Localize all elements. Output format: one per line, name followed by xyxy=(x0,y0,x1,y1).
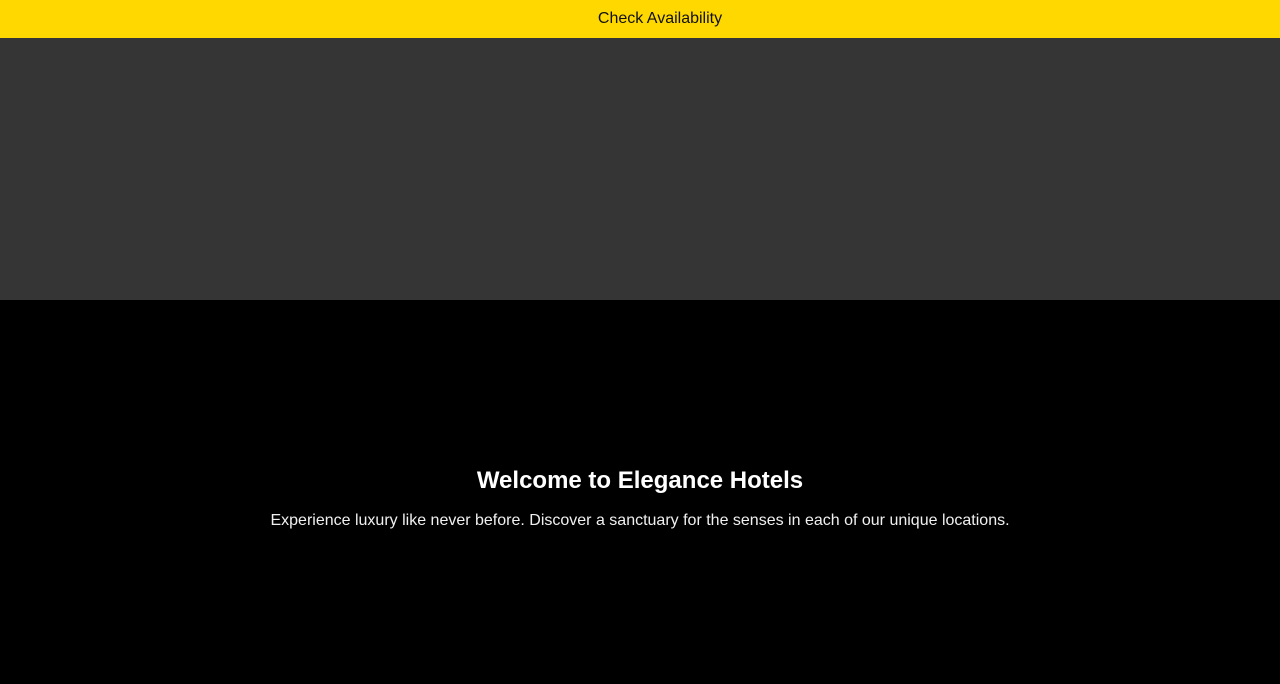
hero-section: Welcome to Elegance Hotels Experience lu… xyxy=(0,300,1280,684)
check-availability-label: Check Availability xyxy=(597,10,723,27)
hero-description: Experience luxury like never before. Dis… xyxy=(270,512,1010,529)
hero-title: Welcome to Elegance Hotels xyxy=(476,467,804,494)
check-availability-button[interactable]: Check Availability xyxy=(0,0,1280,38)
hero-image-placeholder xyxy=(0,38,1280,300)
